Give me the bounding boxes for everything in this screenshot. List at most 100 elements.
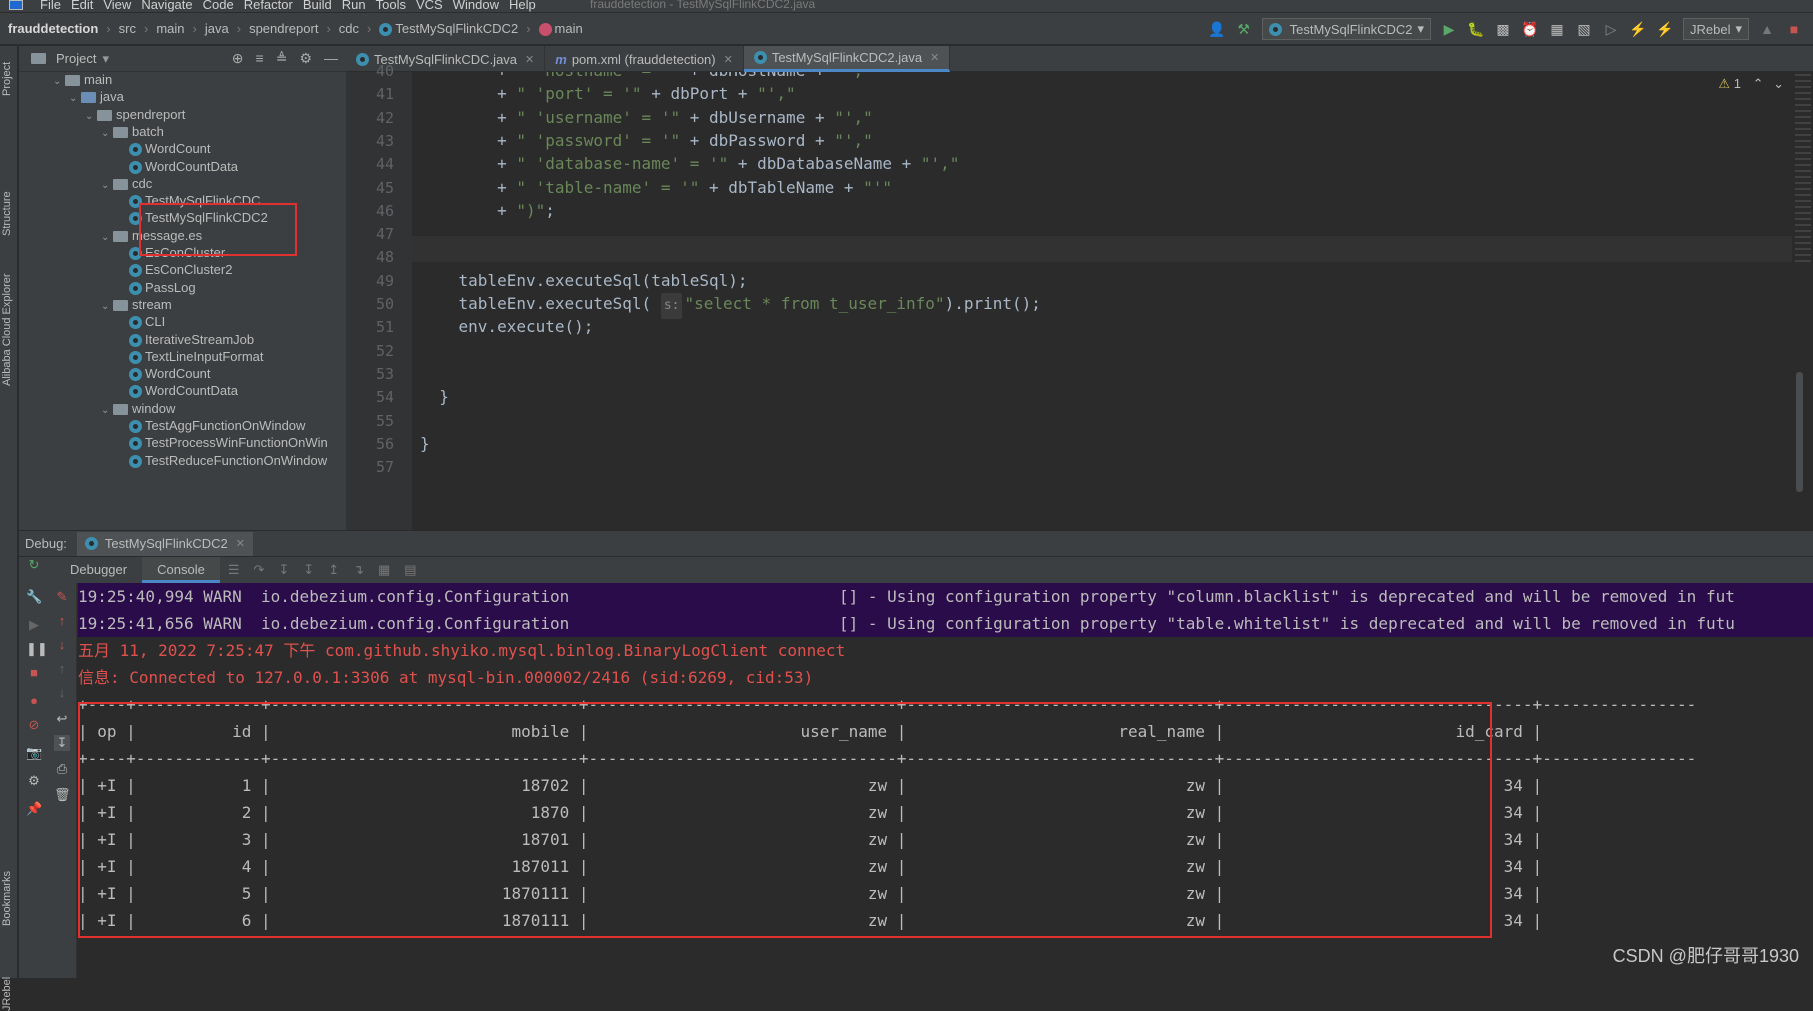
chevron-down-icon[interactable]: ⌄ (101, 124, 113, 144)
editor-tab[interactable]: mpom.xml (frauddetection)✕ (545, 46, 744, 72)
user-icon[interactable]: 👤 (1208, 20, 1226, 38)
run-to-cursor-icon[interactable]: ↴ (353, 562, 364, 578)
expand-all-icon[interactable]: ≡ (256, 50, 264, 67)
jrebel-debug-icon[interactable]: ⚡ (1656, 20, 1674, 38)
collapse-all-icon[interactable]: ≜ (276, 50, 288, 67)
debug-icon[interactable]: 🐛 (1467, 20, 1485, 38)
settings-icon[interactable]: ⚙ (26, 773, 42, 789)
resume-icon[interactable]: ▶ (26, 617, 42, 633)
cloud-explorer-tool-tab[interactable]: Alibaba Cloud Explorer (1, 273, 13, 386)
chevron-down-icon[interactable]: ⌄ (1773, 76, 1784, 91)
trash-icon[interactable]: 🗑 (54, 787, 70, 803)
structure-tool-tab[interactable]: Structure (1, 191, 13, 236)
print-icon[interactable]: ⎙ (54, 761, 70, 777)
step-into-icon[interactable]: ↧ (278, 562, 289, 578)
jrebel-tool-tab[interactable]: JRebel (1, 977, 13, 1011)
breadcrumb-item[interactable]: main (156, 21, 184, 36)
step-over-icon[interactable]: ↷ (253, 562, 264, 578)
down-arrow-icon[interactable]: ↓ (54, 637, 70, 653)
jrebel-logo-icon[interactable]: ▲ (1758, 20, 1776, 38)
tab-debugger[interactable]: Debugger (55, 557, 142, 583)
chevron-down-icon[interactable]: ⌄ (101, 297, 113, 317)
chevron-down-icon[interactable]: ⌄ (101, 401, 113, 421)
stop-icon[interactable]: ■ (26, 665, 42, 681)
camera-icon[interactable]: 📷 (26, 745, 42, 761)
menu-items: File Edit View Navigate Code Refactor Build Run… (40, 0, 536, 12)
rerun-icon[interactable]: ↻ (26, 557, 42, 573)
menu-item-file[interactable]: File (40, 0, 61, 12)
scrollbar-thumb[interactable] (1796, 372, 1803, 492)
menu-item-build[interactable]: Build (303, 0, 332, 12)
menu-item-run[interactable]: Run (342, 0, 366, 12)
scroll-to-end-icon[interactable]: ↧ (54, 735, 70, 751)
project-panel-title[interactable]: Project (56, 51, 96, 66)
run-icon[interactable]: ▶ (1440, 20, 1458, 38)
menu-item-refactor[interactable]: Refactor (244, 0, 293, 12)
evaluate-icon[interactable]: ▦ (378, 562, 390, 578)
menu-item-help[interactable]: Help (509, 0, 536, 12)
inspection-widget[interactable]: ⚠ 1 ⌃ ⌄ (1718, 76, 1784, 92)
breadcrumb-item[interactable]: java (205, 21, 229, 36)
debug-session-tab[interactable]: TestMySqlFlinkCDC2 ✕ (77, 532, 253, 556)
breadcrumb-item[interactable]: frauddetection (8, 21, 98, 36)
gear-icon[interactable]: ⚙ (299, 50, 312, 67)
menu-icon[interactable]: ☰ (228, 562, 240, 578)
code-editor[interactable]: ⚠ 1 ⌃ ⌄ + " 'hostname' = '" + dbHostName… (412, 72, 1792, 530)
breadcrumb-item[interactable]: cdc (339, 21, 359, 36)
profile-icon[interactable]: ⏰ (1521, 20, 1539, 38)
view-breakpoints-icon[interactable]: ● (26, 693, 42, 709)
pin-icon[interactable]: 📌 (26, 801, 42, 817)
close-icon[interactable]: ✕ (724, 53, 733, 66)
chevron-down-icon[interactable]: ▾ (102, 51, 109, 67)
code-token: + (420, 108, 516, 127)
tree-node[interactable]: TestReduceFunctionOnWindow (117, 451, 327, 471)
down-trace-icon[interactable]: ↓ (54, 685, 70, 701)
menu-item-edit[interactable]: Edit (71, 0, 93, 12)
breadcrumb-item[interactable]: spendreport (249, 21, 318, 36)
breadcrumb-item[interactable]: main (539, 21, 583, 36)
trace-icon[interactable]: ▤ (404, 562, 416, 578)
step-out-icon[interactable]: ↥ (328, 562, 339, 578)
up-trace-icon[interactable]: ↑ (54, 661, 70, 677)
mute-breakpoints-icon[interactable]: ⊘ (26, 717, 42, 733)
breadcrumb-item[interactable]: src (119, 21, 136, 36)
hammer-build-icon[interactable]: ⚒ (1235, 20, 1253, 38)
wrench-icon[interactable]: 🔧 (26, 589, 42, 605)
jrebel-select[interactable]: JRebel ▾ (1683, 18, 1749, 40)
pause-icon[interactable]: ❚❚ (26, 641, 42, 657)
editor-tab[interactable]: TestMySqlFlinkCDC2.java✕ (744, 46, 950, 72)
menu-item-tools[interactable]: Tools (376, 0, 406, 12)
hide-icon[interactable]: — (324, 50, 338, 67)
build-project-icon[interactable]: ▦ (1548, 20, 1566, 38)
close-icon[interactable]: ✕ (236, 537, 245, 550)
stop-all-icon[interactable]: ▧ (1575, 20, 1593, 38)
menu-item-window[interactable]: Window (453, 0, 499, 12)
chevron-down-icon[interactable]: ⌄ (85, 107, 97, 127)
stop-icon[interactable]: ■ (1785, 20, 1803, 38)
close-icon[interactable]: ✕ (930, 51, 939, 64)
coverage-icon[interactable]: ▩ (1494, 20, 1512, 38)
force-step-into-icon[interactable]: ↧ (303, 562, 314, 578)
menu-item-vcs[interactable]: VCS (416, 0, 443, 12)
tab-console[interactable]: Console (142, 557, 220, 583)
chevron-down-icon[interactable]: ⌄ (101, 228, 113, 248)
up-arrow-icon[interactable]: ↑ (54, 613, 70, 629)
locate-icon[interactable]: ⊕ (232, 50, 244, 67)
close-icon[interactable]: ✕ (525, 53, 534, 66)
chevron-down-icon[interactable]: ⌄ (53, 72, 65, 92)
menu-item-navigate[interactable]: Navigate (141, 0, 192, 12)
chevron-down-icon[interactable]: ⌄ (101, 176, 113, 196)
clear-icon[interactable]: ✎ (54, 589, 70, 605)
soft-wrap-icon[interactable]: ↩ (54, 711, 70, 727)
menu-item-code[interactable]: Code (203, 0, 234, 12)
project-tool-tab[interactable]: Project (1, 62, 13, 96)
code-token: + (420, 154, 516, 173)
chevron-down-icon[interactable]: ⌄ (69, 89, 81, 109)
chevron-up-icon[interactable]: ⌃ (1753, 76, 1764, 91)
run-configuration-select[interactable]: TestMySqlFlinkCDC2 ▾ (1262, 18, 1431, 40)
jrebel-run-icon[interactable]: ⚡ (1629, 20, 1647, 38)
breadcrumb-item[interactable]: TestMySqlFlinkCDC2 (379, 21, 518, 36)
bookmarks-tool-tab[interactable]: Bookmarks (1, 871, 13, 926)
step-icon[interactable]: ▷ (1602, 20, 1620, 38)
menu-item-view[interactable]: View (103, 0, 131, 12)
